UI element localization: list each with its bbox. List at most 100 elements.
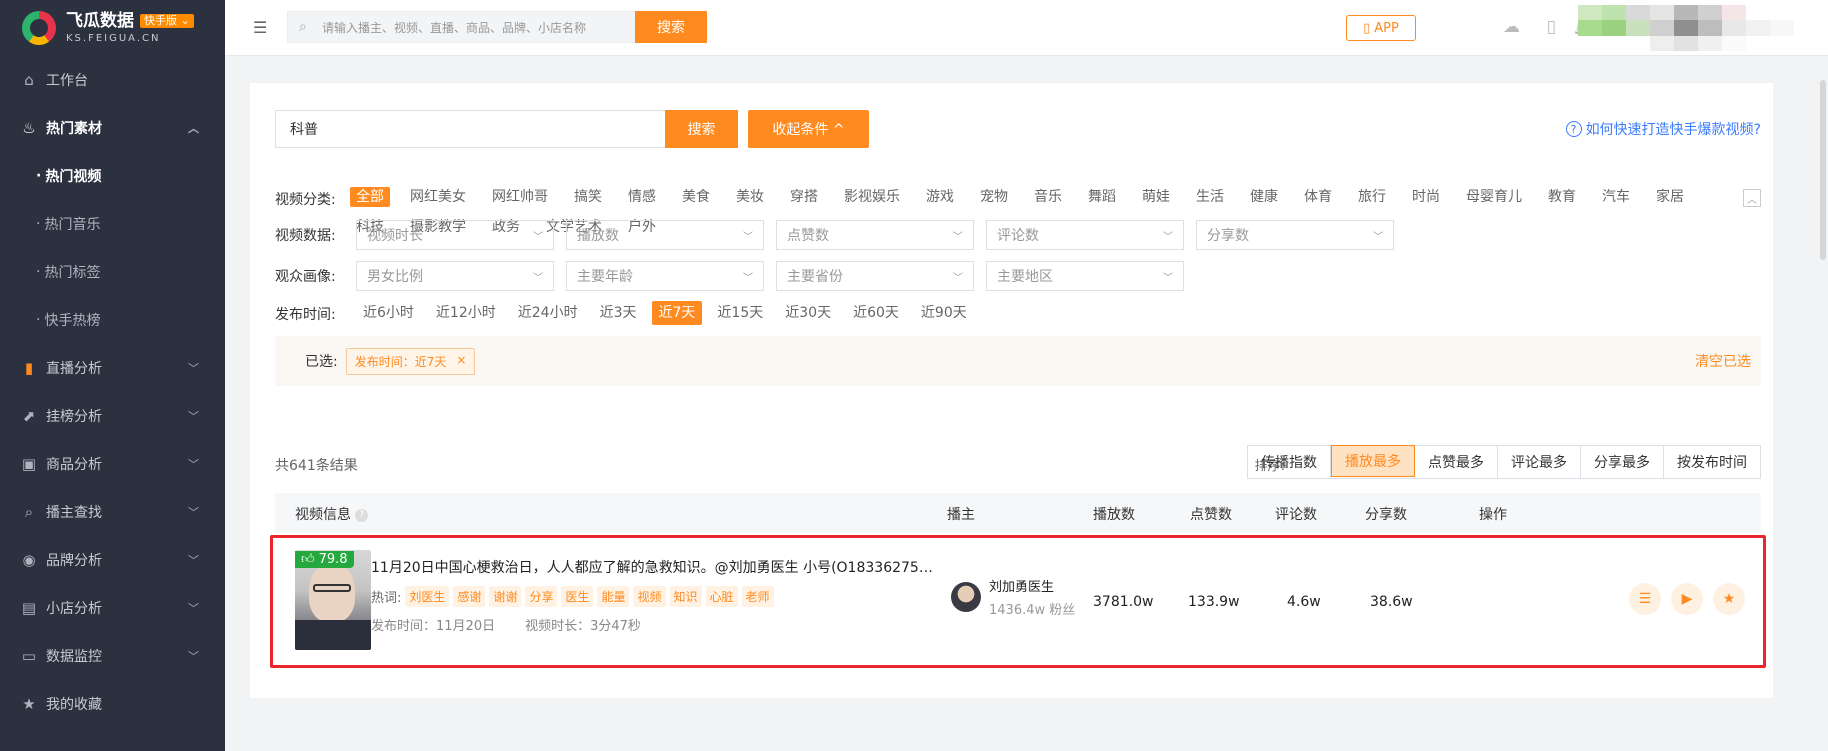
help-link[interactable]: ? 如何快速打造快手爆款视频? <box>1565 119 1761 139</box>
brand-badge[interactable]: 快手版 ⌄ <box>140 13 194 29</box>
publish-time-option[interactable]: 近3天 <box>593 301 644 325</box>
publish-time-options: 近6小时 近12小时 近24小时 近3天 近7天 近15天 近30天 近60天 近90天 <box>356 301 982 325</box>
filter-dropdown[interactable]: 主要地区 ﹀ <box>986 261 1184 291</box>
hotword-tag[interactable]: 视频 <box>633 586 666 607</box>
publish-time-option[interactable]: 近60天 <box>846 301 906 325</box>
sidebar-item-workbench[interactable]: ⌂ 工作台 <box>0 56 225 104</box>
sidebar-item-anchor-search[interactable]: ⌕ 播主查找 ﹀ <box>0 488 225 536</box>
user-avatar[interactable] <box>1578 5 1818 51</box>
keyword-search-button[interactable]: 搜索 <box>665 110 738 148</box>
logo[interactable]: 飞瓜数据 快手版 ⌄ KS.FEIGUA.CN <box>0 0 225 56</box>
sidebar-item-store[interactable]: ▤ 小店分析 ﹀ <box>0 584 225 632</box>
anchor-info[interactable]: 刘加勇医生 1436.4w 粉丝 <box>951 576 1075 618</box>
category-option[interactable]: 健康 <box>1250 187 1278 207</box>
category-option[interactable]: 萌娃 <box>1142 187 1170 207</box>
mobile-icon[interactable]: ▯ <box>1547 17 1556 37</box>
category-option[interactable]: 网红帅哥 <box>492 187 548 207</box>
publish-time-option[interactable]: 近90天 <box>914 301 974 325</box>
category-option[interactable]: 宠物 <box>980 187 1008 207</box>
filter-dropdown[interactable]: 主要年龄 ﹀ <box>566 261 764 291</box>
filter-dropdown[interactable]: 评论数 ﹀ <box>986 220 1184 250</box>
filter-dropdown[interactable]: 主要省份 ﹀ <box>776 261 974 291</box>
clear-selected-link[interactable]: 清空已选 <box>1695 351 1751 371</box>
category-option[interactable]: 汽车 <box>1602 187 1630 207</box>
table-row[interactable]: 👍︎ 79.8 11月20日中国心梗救治日，人人都应了解的急救知识。@刘加勇医生… <box>270 535 1766 668</box>
col-likes: 点赞数 <box>1190 507 1232 523</box>
hotword-tag[interactable]: 分享 <box>525 586 558 607</box>
sidebar-subitem-hot-list[interactable]: · 快手热榜 <box>0 296 225 344</box>
sidebar-subitem-hot-tags[interactable]: · 热门标签 <box>0 248 225 296</box>
publish-time-option[interactable]: 近15天 <box>710 301 770 325</box>
video-title[interactable]: 11月20日中国心梗救治日，人人都应了解的急救知识。@刘加勇医生 小号(O183… <box>371 557 941 577</box>
detail-list-icon[interactable]: ☰ <box>1629 583 1661 615</box>
category-collapse-icon[interactable]: ︿ <box>1743 189 1761 207</box>
category-option[interactable]: 游戏 <box>926 187 954 207</box>
category-option[interactable]: 搞笑 <box>574 187 602 207</box>
sidebar-item-hot-material[interactable]: ♨ 热门素材 ︿ <box>0 104 225 152</box>
category-option[interactable]: 影视娱乐 <box>844 187 900 207</box>
sidebar-item-live[interactable]: ▮ 直播分析 ﹀ <box>0 344 225 392</box>
category-option[interactable]: 教育 <box>1548 187 1576 207</box>
publish-time-option[interactable]: 近30天 <box>778 301 838 325</box>
sort-button[interactable]: 播放最多 <box>1331 445 1415 477</box>
hotword-tag[interactable]: 刘医生 <box>405 586 450 607</box>
filter-dropdown[interactable]: 播放数 ﹀ <box>566 220 764 250</box>
col-anchor: 播主 <box>947 507 975 523</box>
category-option[interactable]: 体育 <box>1304 187 1332 207</box>
filter-dropdown[interactable]: 分享数 ﹀ <box>1196 220 1394 250</box>
sidebar-subitem-hot-videos[interactable]: · 热门视频 <box>0 152 225 200</box>
cloud-icon[interactable]: ☁ <box>1503 17 1520 37</box>
sort-button[interactable]: 分享最多 <box>1581 446 1664 478</box>
play-icon[interactable]: ▶ <box>1671 583 1703 615</box>
menu-toggle-icon[interactable]: ☰ <box>253 18 267 37</box>
sort-button[interactable]: 评论最多 <box>1498 446 1581 478</box>
global-search-input[interactable]: ⌕ 请输入播主、视频、直播、商品、品牌、小店名称 <box>287 11 635 43</box>
collapse-conditions-button[interactable]: 收起条件 ^ <box>748 110 869 148</box>
publish-time-option[interactable]: 近12小时 <box>429 301 503 325</box>
keyword-input[interactable]: 科普 <box>275 110 665 148</box>
category-option[interactable]: 情感 <box>628 187 656 207</box>
page-scrollbar[interactable] <box>1820 80 1826 260</box>
hotword-tag[interactable]: 能量 <box>597 586 630 607</box>
hotword-tag[interactable]: 知识 <box>669 586 702 607</box>
hotword-tag[interactable]: 谢谢 <box>489 586 522 607</box>
category-option[interactable]: 生活 <box>1196 187 1224 207</box>
sidebar-item-brand[interactable]: ◉ 品牌分析 ﹀ <box>0 536 225 584</box>
hotword-tag[interactable]: 医生 <box>561 586 594 607</box>
category-option[interactable]: 全部 <box>350 187 390 207</box>
sidebar-item-monitor[interactable]: ▭ 数据监控 ﹀ <box>0 632 225 680</box>
sidebar: 飞瓜数据 快手版 ⌄ KS.FEIGUA.CN ⌂ 工作台 ♨ 热门素材 ︿ ·… <box>0 0 225 751</box>
sidebar-subitem-hot-music[interactable]: · 热门音乐 <box>0 200 225 248</box>
publish-time-option[interactable]: 近24小时 <box>511 301 585 325</box>
filter-dropdown[interactable]: 男女比例 ﹀ <box>356 261 554 291</box>
sidebar-item-favorites[interactable]: ★ 我的收藏 <box>0 680 225 728</box>
hotword-tag[interactable]: 老师 <box>741 586 774 607</box>
category-option[interactable]: 音乐 <box>1034 187 1062 207</box>
category-option[interactable]: 美食 <box>682 187 710 207</box>
sort-button[interactable]: 按发布时间 <box>1664 446 1760 478</box>
publish-time-option[interactable]: 近7天 <box>651 301 703 325</box>
category-option[interactable]: 时尚 <box>1412 187 1440 207</box>
category-option[interactable]: 美妆 <box>736 187 764 207</box>
category-option[interactable]: 网红美女 <box>410 187 466 207</box>
global-search-button[interactable]: 搜索 <box>635 11 707 43</box>
app-button[interactable]: ▯ APP <box>1346 15 1416 41</box>
category-option[interactable]: 穿搭 <box>790 187 818 207</box>
filter-dropdown[interactable]: 视频时长 ﹀ <box>356 220 554 250</box>
publish-time-option[interactable]: 近6小时 <box>356 301 421 325</box>
close-icon[interactable]: × <box>456 353 466 370</box>
hotword-tag[interactable]: 感谢 <box>453 586 486 607</box>
chevron-down-icon: ﹀ <box>188 458 199 471</box>
sort-button[interactable]: 点赞最多 <box>1415 446 1498 478</box>
chevron-down-icon: ﹀ <box>188 602 199 615</box>
filter-dropdown[interactable]: 点赞数 ﹀ <box>776 220 974 250</box>
sidebar-item-ranking[interactable]: ⬈ 挂榜分析 ﹀ <box>0 392 225 440</box>
hotword-tag[interactable]: 心脏 <box>705 586 738 607</box>
category-option[interactable]: 家居 <box>1656 187 1684 207</box>
sort-button[interactable]: 传播指数 <box>1248 446 1331 478</box>
category-option[interactable]: 母婴育儿 <box>1466 187 1522 207</box>
category-option[interactable]: 旅行 <box>1358 187 1386 207</box>
favorite-star-icon[interactable]: ★ <box>1713 583 1745 615</box>
sidebar-item-goods[interactable]: ▣ 商品分析 ﹀ <box>0 440 225 488</box>
category-option[interactable]: 舞蹈 <box>1088 187 1116 207</box>
